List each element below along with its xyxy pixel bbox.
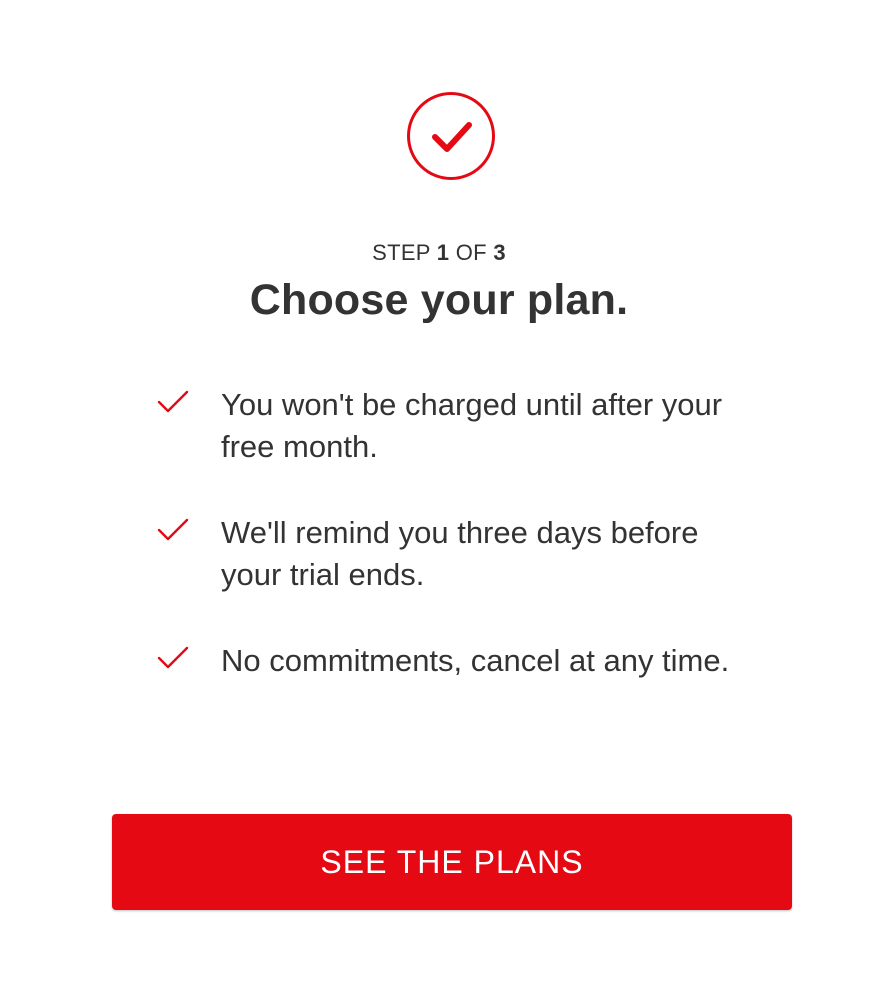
see-the-plans-button[interactable]: SEE THE PLANS bbox=[112, 814, 792, 910]
step-current: 1 bbox=[436, 240, 450, 265]
checkmark-icon bbox=[157, 390, 189, 413]
step-indicator: STEP 1 OF 3 bbox=[0, 240, 878, 266]
step-total: 3 bbox=[493, 240, 506, 265]
benefit-item: You won't be charged until after your fr… bbox=[157, 384, 757, 512]
benefits-list: You won't be charged until after your fr… bbox=[157, 384, 757, 768]
benefit-item: No commitments, cancel at any time. bbox=[157, 640, 757, 768]
benefit-text: We'll remind you three days before your … bbox=[221, 515, 699, 592]
step-separator: OF bbox=[455, 240, 487, 265]
check-circle-icon bbox=[407, 92, 495, 180]
benefit-text: No commitments, cancel at any time. bbox=[221, 643, 730, 678]
checkmark-icon bbox=[157, 518, 189, 541]
step-prefix: STEP bbox=[372, 240, 431, 265]
benefit-item: We'll remind you three days before your … bbox=[157, 512, 757, 640]
checkmark-icon bbox=[432, 122, 472, 152]
checkmark-icon bbox=[157, 646, 189, 669]
page-title: Choose your plan. bbox=[249, 276, 629, 324]
benefit-text: You won't be charged until after your fr… bbox=[221, 387, 723, 464]
